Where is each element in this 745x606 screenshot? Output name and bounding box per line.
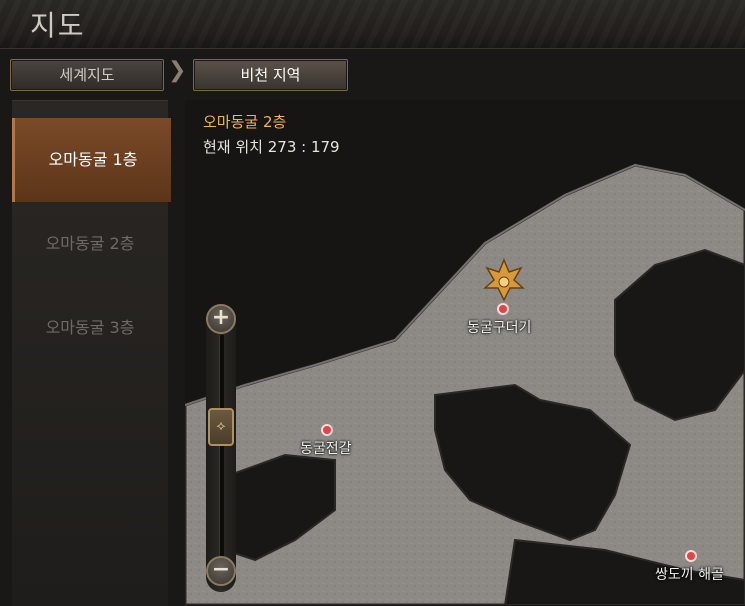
current-position: 현재 위치 273 : 179 bbox=[203, 138, 340, 156]
map-canvas[interactable] bbox=[185, 100, 745, 605]
zoom-out-button[interactable]: − bbox=[206, 556, 236, 586]
page-title: 지도 bbox=[30, 9, 86, 42]
marker-cave-maggot[interactable] bbox=[497, 303, 509, 315]
marker-label-cave-maggot: 동굴구더기 bbox=[467, 320, 532, 336]
zoom-slider-handle[interactable]: ⟡ bbox=[208, 408, 234, 446]
header-bar: 지도 bbox=[0, 0, 745, 49]
cave-map-shape bbox=[185, 163, 745, 605]
marker-label-cave-scorpion: 동굴전갈 bbox=[300, 441, 352, 457]
marker-label-double-axe-skeleton: 쌍도끼 해골 bbox=[655, 567, 724, 583]
floor-tab-2[interactable]: 오마동굴 2층 bbox=[12, 202, 168, 286]
marker-cave-scorpion[interactable] bbox=[321, 424, 333, 436]
current-floor-name: 오마동굴 2층 bbox=[203, 113, 287, 131]
zoom-in-button[interactable]: + bbox=[206, 304, 236, 334]
region-button[interactable]: 비천 지역 bbox=[193, 59, 348, 91]
breadcrumb-arrow-icon: ❯ bbox=[168, 58, 187, 83]
floor-sidebar: 오마동굴 1층 오마동굴 2층 오마동굴 3층 bbox=[12, 100, 171, 606]
floor-tab-1[interactable]: 오마동굴 1층 bbox=[12, 118, 171, 202]
floor-tab-3[interactable]: 오마동굴 3층 bbox=[12, 286, 168, 370]
world-map-button[interactable]: 세계지도 bbox=[10, 59, 164, 91]
boss-crest-icon[interactable] bbox=[483, 258, 525, 302]
marker-double-axe-skeleton[interactable] bbox=[685, 550, 697, 562]
zoom-slider-rail bbox=[219, 335, 224, 565]
